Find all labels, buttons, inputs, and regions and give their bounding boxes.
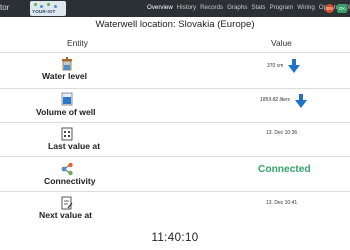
- current-time: 11:40:10: [151, 232, 199, 244]
- column-header-entity: Entity: [67, 38, 88, 48]
- column-header-value: Value: [271, 38, 292, 48]
- brand-logo[interactable]: YOUR-IOT: [30, 1, 66, 16]
- nav-stats[interactable]: Stats: [251, 4, 265, 11]
- nav-wiring[interactable]: Wiring: [297, 4, 315, 11]
- nav-links: Overview History Records Graphs Stats Pr…: [147, 4, 350, 11]
- row-label-last-value: Last value at: [48, 141, 101, 151]
- top-navbar: tor YOUR-IOT Overview History Records Gr…: [0, 0, 350, 17]
- row-divider: [0, 191, 350, 192]
- nav-graphs[interactable]: Graphs: [227, 4, 247, 11]
- logo-text: YOUR-IOT: [32, 9, 56, 14]
- schedule-icon: [61, 196, 73, 210]
- water-level-icon: [61, 57, 73, 71]
- nav-program[interactable]: Program: [270, 4, 294, 11]
- arrow-down-icon: [288, 59, 300, 78]
- row-divider: [0, 122, 350, 123]
- nav-overview[interactable]: Overview: [147, 4, 173, 11]
- row-label-next-value: Next value at: [39, 210, 93, 220]
- connectivity-status: Connected: [258, 164, 311, 175]
- row-label-volume: Volume of well: [36, 107, 96, 117]
- arrow-down-icon: [295, 94, 307, 113]
- next-value-time: 13. Dec 10:41: [266, 200, 298, 206]
- last-value-time: 13. Dec 10:36: [266, 130, 298, 136]
- volume-icon: [61, 92, 73, 106]
- nav-records[interactable]: Records: [200, 4, 223, 11]
- water-level-value: 370 cm: [267, 63, 284, 69]
- nav-history[interactable]: History: [177, 4, 196, 11]
- status-badge[interactable]: OK: [337, 4, 347, 13]
- volume-value: 1859.82 liters: [260, 97, 291, 103]
- row-divider: [0, 156, 350, 157]
- connectivity-icon: [60, 162, 73, 176]
- language-badge[interactable]: EN: [325, 4, 334, 13]
- calendar-icon: [61, 127, 73, 141]
- row-divider: [0, 88, 350, 89]
- row-label-water-level: Water level: [42, 71, 88, 81]
- row-label-connectivity: Connectivity: [44, 176, 96, 186]
- header-divider: [0, 52, 350, 53]
- brand-text[interactable]: tor: [0, 3, 9, 12]
- page-title: Waterwell location: Slovakia (Europe): [95, 19, 255, 30]
